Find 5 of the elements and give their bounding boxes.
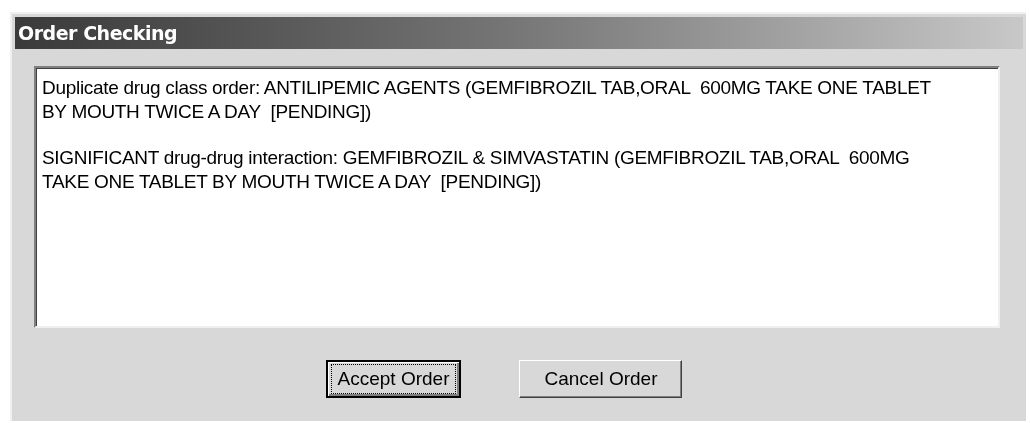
dialog-button[interactable]: Accept Order <box>325 360 462 398</box>
message-text: SIGNIFICANT drug-drug interaction: GEMFIBROZIL & SIMVASTATIN (GEMFIBROZIL TAB,ORAL 600MG TAKE ONE TABLET BY MOUTH TWICE A DAY [PENDING]) <box>42 146 911 194</box>
message-text: Duplicate drug class order: ANTILIPEMIC AGENTS (GEMFIBROZIL TAB,ORAL 600MG TAKE ONE TABLET BY MOUTH TWICE A DAY [PENDING]) <box>42 76 932 124</box>
window-title: Order Checking <box>18 20 178 46</box>
dialog-button[interactable]: Cancel Order <box>519 360 683 398</box>
